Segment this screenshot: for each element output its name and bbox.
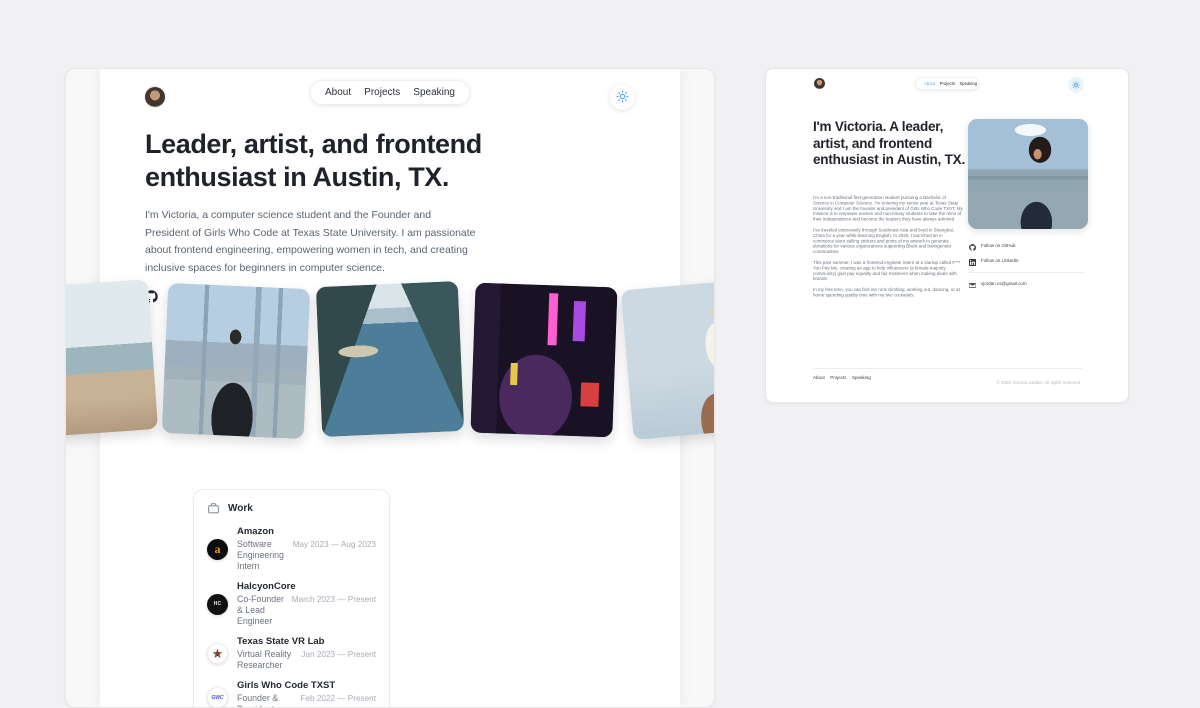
job-row-amazon: a Amazon Software Engineering Intern May… [207,526,376,572]
left-hero: Leader, artist, and frontend enthusiast … [145,128,635,303]
sun-icon [616,90,629,103]
footer-item-about[interactable]: About [813,375,825,380]
nav-item-speaking[interactable]: Speaking [959,81,977,86]
photo-strip [66,284,714,438]
job-company: Texas State VR Lab [237,636,376,648]
work-card-header: Work [207,502,376,515]
envelope-icon [969,282,976,289]
github-icon [969,244,976,251]
texas-state-star-logo: ★ [207,643,228,664]
portfolio-about-preview: About Projects Speaking I'm Victoria. A … [765,68,1129,403]
footer-item-speaking[interactable]: Speaking [852,375,871,380]
job-row-halcyoncore: HC HalcyonCore Co-Founder & Lead Enginee… [207,581,376,627]
left-nav: About Projects Speaking [310,80,470,105]
nav-item-speaking[interactable]: Speaking [413,87,455,98]
copyright: © 2025 Victoria Jordan. All rights reser… [911,375,1082,393]
job-company: HalcyonCore [237,581,376,593]
divider [969,272,1084,273]
sun-icon [1072,81,1080,89]
nav-item-about[interactable]: About [924,81,935,86]
photo-neon-street [470,283,617,438]
nav-item-projects[interactable]: Projects [940,81,955,86]
theme-toggle-button[interactable] [1068,77,1084,93]
job-dates: Feb 2022 — Present [300,693,376,704]
job-company: Girls Who Code TXST [237,680,376,692]
photo-beach-rocks [65,279,158,439]
email-link[interactable]: vjordan.cs@gmail.com [969,282,1072,292]
halcyoncore-logo: HC [207,594,228,615]
right-nav: About Projects Speaking [915,77,979,90]
follow-github-label: Follow on GitHub [981,243,1016,248]
about-paragraph: This past summer, I was a frontend engin… [813,260,963,282]
nav-item-about[interactable]: About [325,87,351,98]
work-card: Work a Amazon Software Engineering Inter… [193,489,390,708]
nav-item-projects[interactable]: Projects [364,87,400,98]
photo-fjord-cliff [316,281,464,437]
left-header: About Projects Speaking [100,69,680,111]
page-title: I'm Victoria. A leader, artist, and fron… [813,119,975,169]
about-paragraphs: I'm a non-traditional first-generation s… [813,195,963,303]
photo-cockatiel [621,278,715,440]
photo-shanghai-skyline [162,283,310,439]
avatar[interactable] [145,87,165,107]
page-title: Leader, artist, and frontend enthusiast … [145,128,577,194]
job-dates: March 2023 — Present [292,594,376,605]
about-paragraph: I'm a non-traditional first-generation s… [813,195,963,222]
follow-linkedin-link[interactable]: Follow on LinkedIn [969,259,1056,269]
job-company: Amazon [237,526,376,538]
portfolio-desktop-preview: About Projects Speaking Leader, artist, … [65,68,715,708]
theme-toggle-button[interactable] [609,84,635,110]
footer-item-projects[interactable]: Projects [830,375,846,380]
job-role: Software Engineering Intern [237,539,293,572]
follow-linkedin-label: Follow on LinkedIn [981,258,1019,263]
bio-text: I'm Victoria, a computer science student… [145,207,477,277]
girls-who-code-logo: GWC [207,687,228,708]
job-role: Virtual Reality Researcher [237,649,301,671]
footer-divider [813,368,1082,369]
email-label: vjordan.cs@gmail.com [981,281,1027,286]
job-row-vrlab: ★ Texas State VR Lab Virtual Reality Res… [207,636,376,671]
follow-github-link[interactable]: Follow on GitHub [969,244,1050,254]
job-role: Founder & President [237,693,300,708]
job-dates: Jan 2023 — Present [301,649,376,660]
about-paragraph: I've traveled extensively through Southe… [813,227,963,254]
briefcase-icon [207,502,220,515]
amazon-logo: a [207,539,228,560]
job-row-gwc: GWC Girls Who Code TXST Founder & Presid… [207,680,376,708]
work-card-title: Work [228,503,253,514]
about-paragraph: In my free time, you can find me rock cl… [813,287,963,298]
portrait-photo-austin [968,119,1088,229]
avatar[interactable] [814,78,825,89]
job-dates: May 2023 — Aug 2023 [293,539,376,550]
job-role: Co-Founder & Lead Engineer [237,594,292,627]
linkedin-icon [969,259,976,266]
